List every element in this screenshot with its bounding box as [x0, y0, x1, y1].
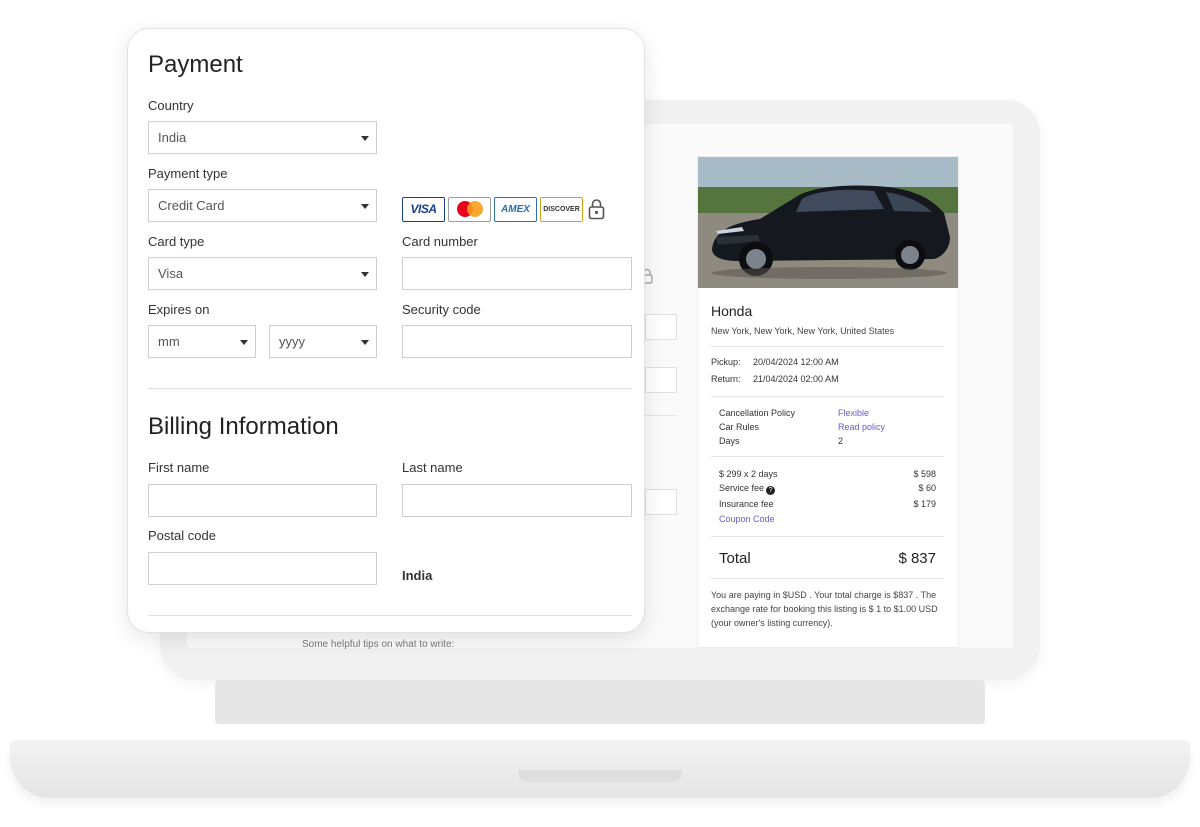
- first-name-input[interactable]: [148, 484, 377, 517]
- card-type-selected-value: Visa: [158, 266, 184, 281]
- policy-label: Car Rules: [719, 422, 760, 432]
- fee-value: $ 179: [913, 499, 936, 509]
- fee-value: $ 60: [918, 483, 936, 493]
- laptop-base: [10, 740, 1190, 798]
- policy-label: Days: [719, 436, 740, 446]
- policy-row-car-rules: Car Rules Read policy: [711, 422, 944, 432]
- total-label: Total: [719, 550, 751, 567]
- chevron-down-icon: [361, 136, 369, 141]
- pickup-label: Pickup:: [711, 357, 741, 367]
- coupon-row: Coupon Code: [711, 514, 944, 524]
- billing-title: Billing Information: [148, 413, 339, 440]
- payment-type-selected-value: Credit Card: [158, 198, 225, 213]
- chevron-down-icon: [240, 340, 248, 345]
- return-row: Return: 21/04/2024 02:00 AM: [711, 374, 944, 384]
- payment-note: You are paying in $USD . Your total char…: [711, 590, 938, 628]
- coupon-code-link[interactable]: Coupon Code: [719, 514, 775, 524]
- helpful-tips-text: Some helpful tips on what to write:: [302, 639, 455, 650]
- section-divider: [148, 388, 632, 389]
- booking-summary-card: Honda New York, New York, New York, Unit…: [697, 156, 959, 648]
- policy-row-days: Days 2: [711, 436, 944, 446]
- car-rules-link[interactable]: Read policy: [838, 422, 885, 432]
- policy-row-cancellation: Cancellation Policy Flexible: [711, 408, 944, 418]
- expires-month-value: mm: [158, 334, 180, 349]
- laptop-keyboard: [215, 680, 985, 724]
- security-code-input[interactable]: [402, 325, 632, 358]
- amex-card-icon: AMEX: [494, 196, 537, 222]
- card-type-select[interactable]: Visa: [148, 257, 377, 290]
- fee-label: Service fee: [719, 483, 765, 493]
- payment-type-label: Payment type: [148, 166, 228, 181]
- discover-card-icon: DISCOVER: [540, 196, 583, 222]
- background-input: [645, 489, 677, 515]
- billing-country-value: India: [402, 568, 433, 583]
- last-name-input[interactable]: [402, 484, 632, 517]
- background-divider: [645, 415, 677, 416]
- country-label: Country: [148, 98, 194, 113]
- pickup-value: 20/04/2024 12:00 AM: [753, 357, 839, 367]
- total-row: Total $ 837: [711, 550, 944, 567]
- expires-year-select[interactable]: yyyy: [269, 325, 377, 358]
- car-image: [698, 157, 958, 288]
- payment-type-select[interactable]: Credit Card: [148, 189, 377, 222]
- background-input: [645, 367, 677, 393]
- fee-row-service: Service fee? $ 60: [711, 483, 944, 495]
- lock-icon: [588, 199, 605, 220]
- car-photo: [698, 157, 958, 288]
- fee-row-insurance: Insurance fee $ 179: [711, 499, 944, 509]
- car-name: Honda: [711, 303, 753, 319]
- card-number-input[interactable]: [402, 257, 632, 290]
- cancellation-policy-link[interactable]: Flexible: [838, 408, 869, 418]
- card-number-label: Card number: [402, 234, 478, 249]
- return-value: 21/04/2024 02:00 AM: [753, 374, 839, 384]
- accepted-cards: VISA AMEX DISCOVER: [402, 196, 605, 222]
- fee-label: $ 299 x 2 days: [719, 469, 778, 479]
- visa-card-icon: VISA: [402, 196, 445, 222]
- chevron-down-icon: [361, 340, 369, 345]
- fee-value: $ 598: [913, 469, 936, 479]
- country-select[interactable]: India: [148, 121, 377, 154]
- card-type-label: Card type: [148, 234, 205, 249]
- payment-panel: Payment Country India Payment type Credi…: [127, 28, 645, 633]
- return-label: Return:: [711, 374, 741, 384]
- days-value: 2: [838, 436, 844, 446]
- postal-code-input[interactable]: [148, 552, 377, 585]
- section-divider: [148, 615, 632, 616]
- postal-code-label: Postal code: [148, 528, 216, 543]
- payment-title: Payment: [148, 51, 243, 78]
- country-selected-value: India: [158, 130, 187, 145]
- expires-month-select[interactable]: mm: [148, 325, 256, 358]
- fee-row-rental: $ 299 x 2 days $ 598: [711, 469, 944, 479]
- background-input: [645, 314, 677, 340]
- total-value: $ 837: [898, 550, 936, 567]
- pickup-row: Pickup: 20/04/2024 12:00 AM: [711, 357, 944, 367]
- expires-year-value: yyyy: [279, 334, 305, 349]
- security-code-label: Security code: [402, 302, 481, 317]
- last-name-label: Last name: [402, 460, 463, 475]
- policy-label: Cancellation Policy: [719, 408, 796, 418]
- help-icon[interactable]: ?: [766, 486, 776, 495]
- expires-label: Expires on: [148, 302, 210, 317]
- laptop-notch: [518, 770, 682, 782]
- first-name-label: First name: [148, 460, 210, 475]
- mastercard-card-icon: [448, 196, 491, 222]
- chevron-down-icon: [361, 272, 369, 277]
- fee-label: Insurance fee: [719, 499, 774, 509]
- chevron-down-icon: [361, 204, 369, 209]
- car-location: New York, New York, New York, United Sta…: [711, 326, 895, 336]
